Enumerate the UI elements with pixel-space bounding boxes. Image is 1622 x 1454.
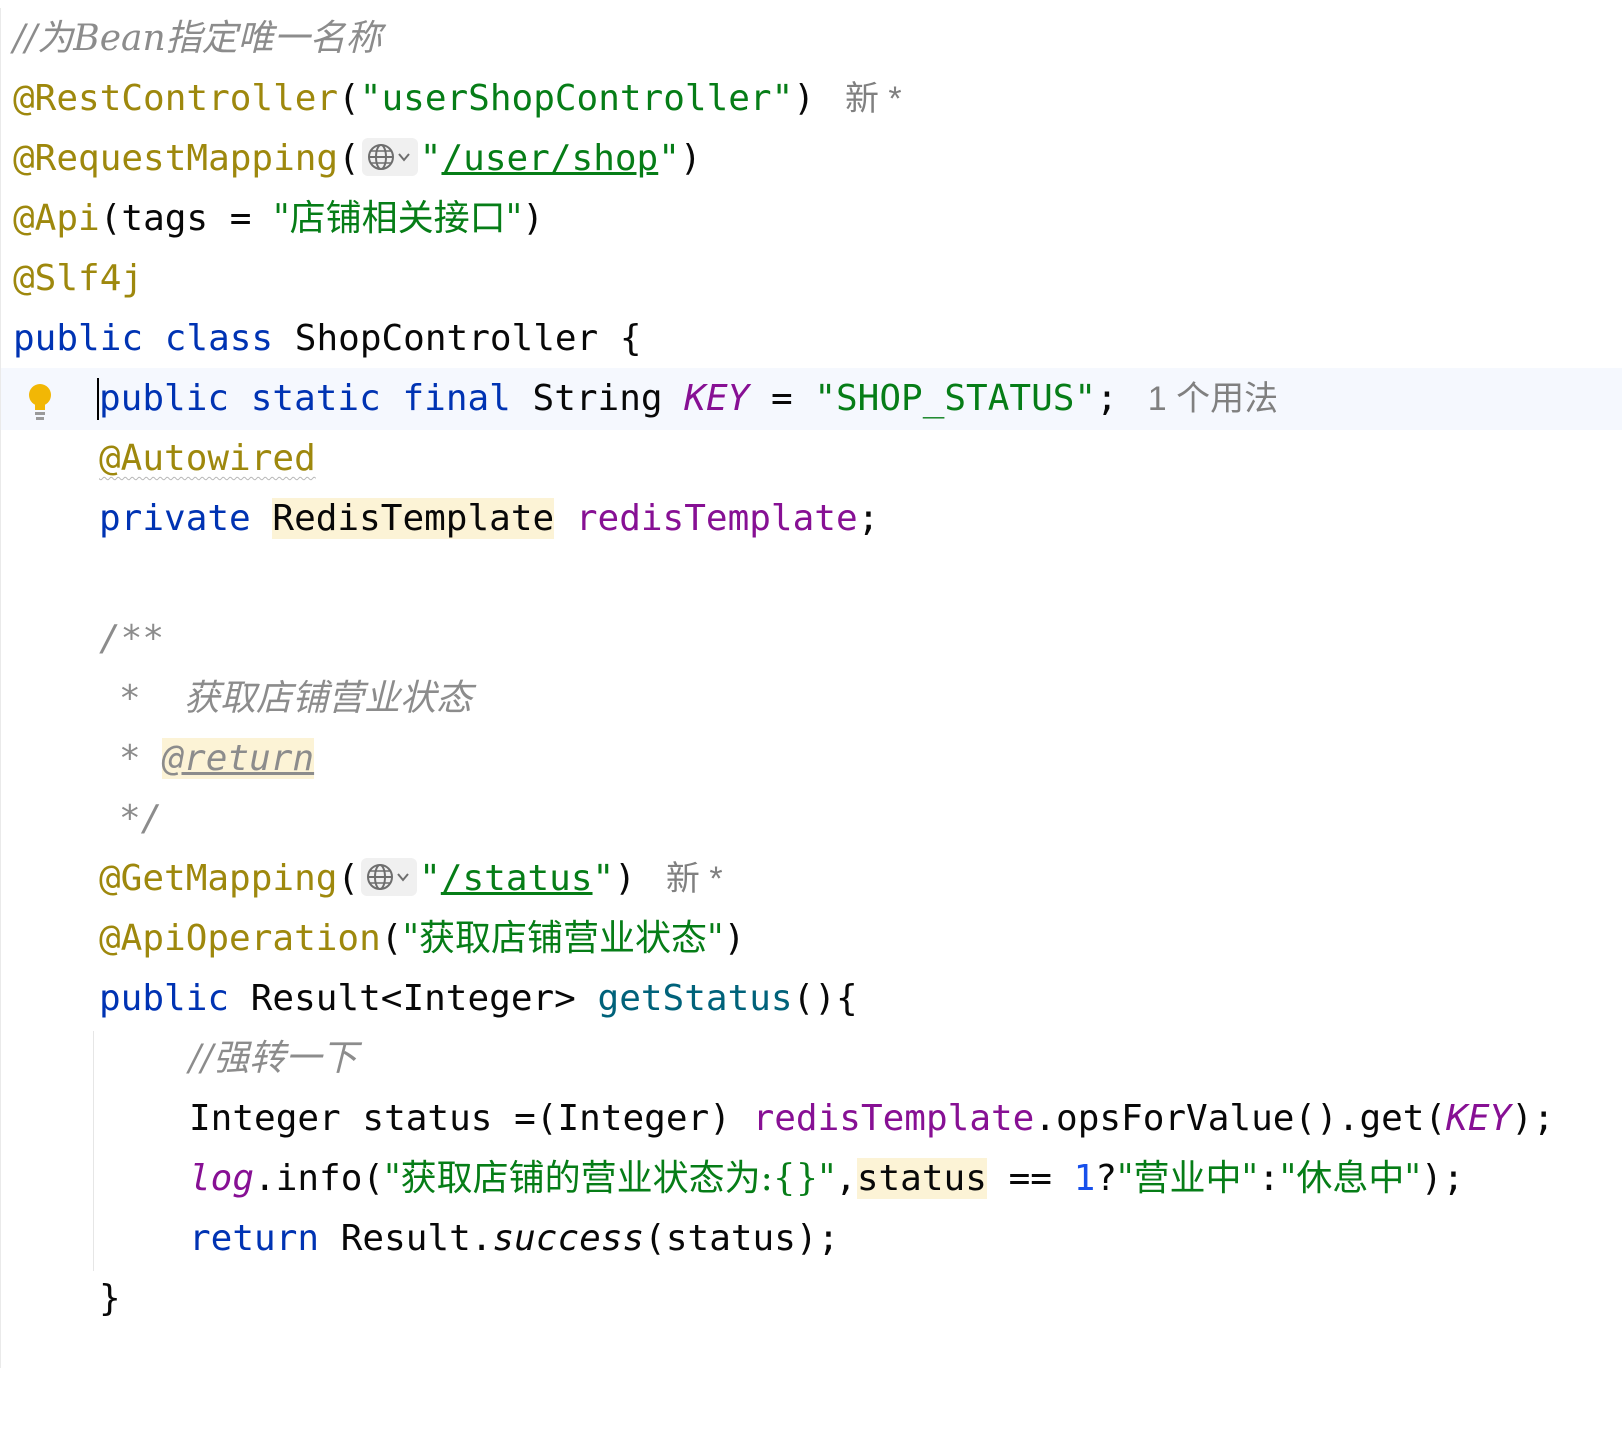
indent-guide: [93, 1031, 94, 1271]
code-line-12[interactable]: * 获取店铺营业状态: [1, 668, 1622, 730]
code-line-6[interactable]: public class ShopController {: [1, 308, 1622, 370]
keyword-public: public: [13, 318, 144, 359]
code-line-1[interactable]: //为Bean指定唯一名称: [1, 8, 1622, 70]
api-tags-key: tags: [121, 198, 209, 239]
closing-brace: }: [99, 1278, 121, 1319]
method-get-status: getStatus: [597, 978, 793, 1019]
code-line-2[interactable]: @RestController("userShopController") 新 *: [1, 68, 1622, 130]
code-line-9[interactable]: private RedisTemplate redisTemplate;: [1, 488, 1622, 550]
return-argument: (status);: [644, 1218, 840, 1259]
success-call: success: [492, 1218, 645, 1259]
string-open: "营业中": [1116, 1158, 1259, 1199]
code-line-11[interactable]: /**: [1, 608, 1622, 670]
globe-icon[interactable]: [361, 858, 418, 896]
javadoc-star: *: [119, 678, 141, 719]
string-closed: "休息中": [1279, 1158, 1421, 1199]
request-mapping-annotation: @RequestMapping: [13, 138, 339, 179]
code-line-17[interactable]: public Result<Integer> getStatus(){: [1, 968, 1622, 1030]
code-editor[interactable]: //为Bean指定唯一名称 @RestController("userShopC…: [0, 8, 1622, 1368]
api-annotation: @Api: [13, 198, 100, 239]
constant-key: KEY: [684, 378, 750, 419]
keyword-class: class: [164, 318, 274, 359]
code-line-20[interactable]: log.info("获取店铺的营业状态为:{}",status == 1?"营业…: [1, 1148, 1622, 1210]
code-line-14[interactable]: */: [1, 788, 1622, 850]
api-operation-value: "获取店铺营业状态": [402, 918, 724, 959]
javadoc-return-tag: @return: [162, 738, 315, 779]
code-line-18[interactable]: //强转一下: [1, 1028, 1622, 1090]
result-class: Result.: [340, 1218, 493, 1259]
class-name: ShopController: [294, 318, 599, 359]
keyword-final: final: [402, 378, 511, 419]
code-line-4[interactable]: @Api(tags = "店铺相关接口"): [1, 188, 1622, 250]
autowired-annotation: @Autowired: [99, 438, 316, 479]
var-status: status: [362, 1098, 493, 1139]
rest-controller-annotation: @RestController: [13, 78, 339, 119]
comment-bean-name: //为Bean指定唯一名称: [13, 18, 382, 59]
field-log: log: [189, 1158, 255, 1199]
type-integer: Integer: [189, 1098, 341, 1139]
code-line-8[interactable]: @Autowired: [1, 428, 1622, 490]
keyword-static: static: [250, 378, 381, 419]
javadoc-close: */: [119, 798, 163, 839]
result-type: Result<Integer>: [250, 978, 576, 1019]
comment-cast: //强转一下: [189, 1038, 358, 1079]
code-line-10-blank[interactable]: [1, 548, 1622, 610]
code-line-21[interactable]: return Result.success(status);: [1, 1208, 1622, 1270]
javadoc-open: /**: [99, 618, 165, 659]
number-one: 1: [1073, 1158, 1096, 1199]
keyword-public: public: [99, 978, 230, 1019]
new-marker-hint[interactable]: 新 *: [666, 860, 723, 898]
code-line-13[interactable]: * @return: [1, 728, 1622, 790]
type-string: String: [532, 378, 663, 419]
var-status-highlight: status: [856, 1158, 987, 1199]
log-info-call: .info(: [254, 1158, 385, 1199]
javadoc-star: *: [119, 738, 141, 779]
ops-for-value-call: .opsForValue().get(: [1034, 1098, 1447, 1139]
equals-operator: ==: [1008, 1158, 1052, 1199]
constant-key: KEY: [1446, 1098, 1512, 1139]
keyword-private: private: [99, 498, 251, 539]
keyword-return: return: [189, 1218, 320, 1259]
code-line-7-current[interactable]: public static final String KEY = "SHOP_S…: [1, 368, 1622, 430]
code-line-22[interactable]: }: [1, 1268, 1622, 1330]
code-line-19[interactable]: Integer status =(Integer) redisTemplate.…: [1, 1088, 1622, 1150]
field-redis-template: redisTemplate: [575, 498, 858, 539]
code-line-3[interactable]: @RequestMapping("/user/shop"): [1, 128, 1622, 190]
usage-hint[interactable]: 1 个用法: [1148, 380, 1278, 418]
code-line-16[interactable]: @ApiOperation("获取店铺营业状态"): [1, 908, 1622, 970]
code-line-5[interactable]: @Slf4j: [1, 248, 1622, 310]
keyword-public: public: [99, 378, 230, 419]
cast-expression: =(Integer): [514, 1098, 731, 1139]
get-mapping-path-link[interactable]: /status: [441, 858, 593, 899]
new-marker-hint[interactable]: 新 *: [845, 80, 902, 118]
slf4j-annotation: @Slf4j: [13, 258, 144, 299]
field-redis-template: redisTemplate: [752, 1098, 1035, 1139]
log-message: "获取店铺的营业状态为:{}": [384, 1158, 836, 1199]
lightbulb-icon[interactable]: [27, 380, 53, 420]
request-mapping-path-link[interactable]: /user/shop: [441, 138, 658, 179]
api-tags-value: "店铺相关接口": [273, 198, 523, 239]
type-redis-template: RedisTemplate: [272, 498, 555, 539]
get-mapping-annotation: @GetMapping: [99, 858, 338, 899]
rest-controller-value: "userShopController": [359, 78, 794, 119]
api-operation-annotation: @ApiOperation: [99, 918, 381, 959]
code-line-15[interactable]: @GetMapping("/status") 新 *: [1, 848, 1622, 910]
constant-value: "SHOP_STATUS": [814, 378, 1097, 419]
javadoc-description: 获取店铺营业状态: [184, 678, 473, 719]
globe-icon[interactable]: [361, 138, 418, 176]
